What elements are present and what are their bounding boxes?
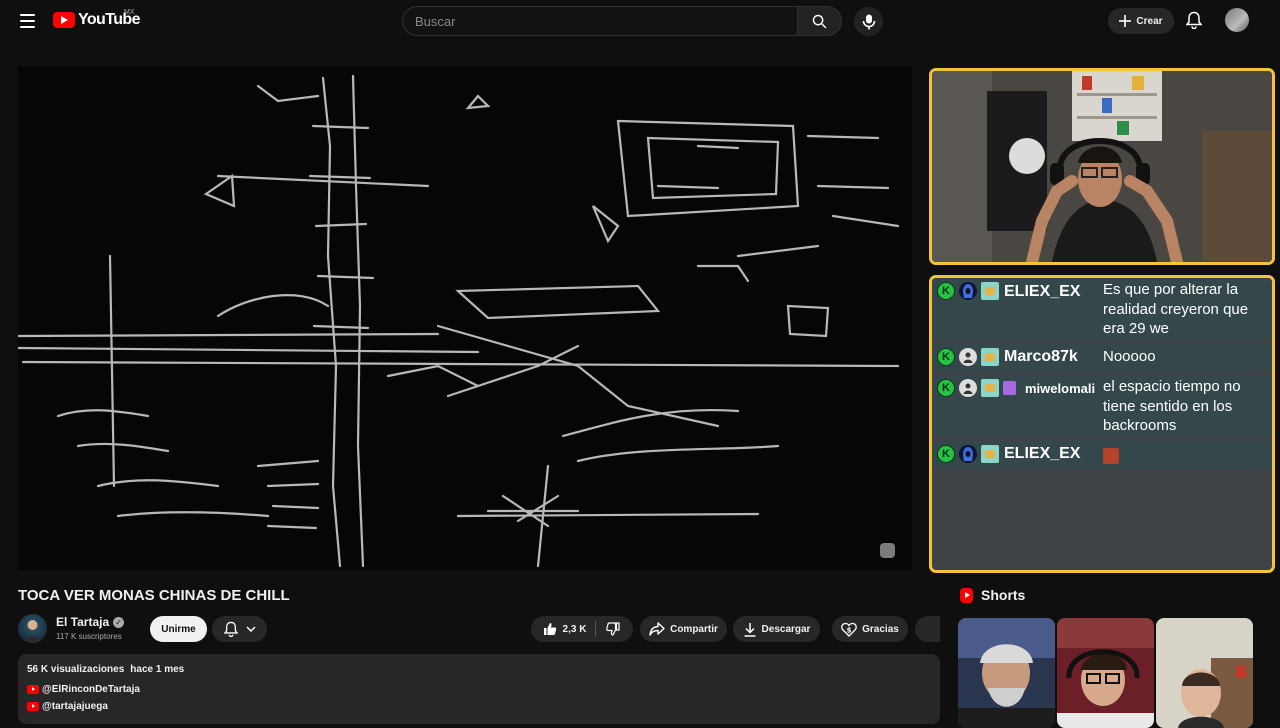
chat-username: ELIEX_EX xyxy=(1004,445,1081,462)
description-link[interactable]: @ElRinconDeTartaja xyxy=(27,684,140,695)
channel-avatar[interactable] xyxy=(18,614,47,643)
chat-username: ELIEX_EX xyxy=(1004,283,1081,300)
bell-icon xyxy=(223,621,238,637)
chat-text: el espacio tiempo no tiene sentido en lo… xyxy=(1103,378,1241,434)
create-button[interactable]: Crear xyxy=(1108,8,1174,34)
create-label: Crear xyxy=(1136,15,1163,27)
menu-icon[interactable] xyxy=(14,9,40,33)
view-count: 56 K visualizaciones xyxy=(27,664,125,675)
short-image xyxy=(958,618,1055,728)
hooded-figure-icon xyxy=(959,282,977,300)
like-dislike-group: 2,3 K xyxy=(531,616,633,642)
subscriber-count: 117 K suscriptores xyxy=(56,632,122,641)
account-avatar[interactable] xyxy=(1225,8,1249,32)
short-image xyxy=(1156,618,1253,728)
chat-username: miwelomali xyxy=(1025,381,1096,396)
heart-dollar-icon: $ xyxy=(841,622,857,637)
description-link[interactable]: @tartajajuega xyxy=(27,701,108,712)
chat-emote xyxy=(1103,446,1268,466)
user-silhouette-icon xyxy=(959,379,977,397)
top-bar: YouTube MX Crear xyxy=(0,0,1280,42)
hooded-figure-icon xyxy=(959,445,977,463)
user-silhouette-icon xyxy=(959,348,977,366)
short-thumbnail[interactable] xyxy=(958,618,1055,728)
short-image xyxy=(1057,618,1154,728)
download-icon xyxy=(744,622,756,637)
webcam-image xyxy=(932,71,1272,262)
country-code: MX xyxy=(124,9,135,16)
emote-icon xyxy=(1103,448,1119,465)
video-player[interactable] xyxy=(18,66,912,570)
share-icon xyxy=(649,622,665,636)
shorts-heading: Shorts xyxy=(960,587,1025,603)
pixel-avatar-icon xyxy=(981,282,999,300)
share-label: Compartir xyxy=(670,623,718,635)
chevron-down-icon xyxy=(245,626,256,632)
chat-overlay: K ELIEX_EX Es que por alterar la realida… xyxy=(929,275,1275,573)
channel-avatar-image xyxy=(23,620,42,643)
kick-badge-icon: K xyxy=(937,282,955,300)
chat-message: K ELIEX_EX Es que por alterar la realida… xyxy=(932,278,1272,340)
subscription-notifications-button[interactable] xyxy=(212,616,267,642)
chat-text: Es que por alterar la realidad creyeron … xyxy=(1103,281,1249,337)
share-button[interactable]: Compartir xyxy=(640,616,727,642)
bell-icon xyxy=(1186,11,1202,29)
join-button[interactable]: Unirme xyxy=(150,616,207,642)
kick-badge-icon: K xyxy=(937,379,955,397)
search-input[interactable] xyxy=(402,6,797,36)
chat-badges: K xyxy=(937,445,999,463)
plus-icon xyxy=(1119,15,1132,27)
channel-name-text: El Tartaja xyxy=(56,615,110,629)
link-text: @tartajajuega xyxy=(42,701,108,712)
description-box[interactable]: 56 K visualizaciones hace 1 mes @ElRinco… xyxy=(18,654,940,724)
shorts-title: Shorts xyxy=(981,587,1026,603)
dislike-button[interactable] xyxy=(596,616,630,642)
webcam-feed xyxy=(929,68,1275,265)
upload-date: hace 1 mes xyxy=(130,664,185,675)
thanks-button[interactable]: $ Gracias xyxy=(832,616,908,642)
chat-message: K miwelomali el espacio tiempo no tiene … xyxy=(932,375,1272,437)
chat-message: K ELIEX_EX xyxy=(932,441,1272,469)
search-button[interactable] xyxy=(797,6,842,36)
thumbs-down-icon xyxy=(606,622,621,636)
like-count: 2,3 K xyxy=(562,623,587,635)
microphone-icon xyxy=(862,14,875,29)
chat-badges: K xyxy=(937,348,999,366)
voice-search-button[interactable] xyxy=(854,7,883,36)
download-button[interactable]: Descargar xyxy=(733,616,820,642)
chat-badges: K xyxy=(937,282,999,300)
youtube-play-icon xyxy=(53,12,75,28)
search-icon xyxy=(812,14,827,28)
pixel-avatar-icon xyxy=(981,445,999,463)
more-actions-button[interactable] xyxy=(915,616,940,642)
thanks-label: Gracias xyxy=(862,623,899,635)
svg-text:$: $ xyxy=(847,626,852,634)
like-button[interactable]: 2,3 K xyxy=(534,616,596,642)
chat-badges: K xyxy=(937,379,1016,397)
channel-name[interactable]: El Tartaja ✓ xyxy=(56,615,125,629)
video-frame-sketch xyxy=(18,66,912,570)
download-label: Descargar xyxy=(761,623,811,635)
chat-message: K Marco87k Nooooo xyxy=(932,344,1272,371)
video-title: TOCA VER MONAS CHINAS DE CHILL xyxy=(18,587,290,604)
pixel-avatar-icon xyxy=(981,379,999,397)
channel-watermark[interactable] xyxy=(880,543,895,558)
short-thumbnail[interactable] xyxy=(1057,618,1154,728)
notifications-button[interactable] xyxy=(1183,9,1205,31)
shorts-icon xyxy=(960,587,973,603)
short-thumbnail[interactable] xyxy=(1156,618,1253,728)
pixel-avatar-icon xyxy=(981,348,999,366)
search-bar xyxy=(402,6,842,36)
purple-badge-icon xyxy=(1003,381,1016,395)
verified-check-icon: ✓ xyxy=(113,616,125,628)
chat-text: Nooooo xyxy=(1103,348,1156,365)
description-meta: 56 K visualizaciones hace 1 mes xyxy=(27,664,184,675)
kick-badge-icon: K xyxy=(937,445,955,463)
youtube-icon xyxy=(27,685,39,694)
youtube-icon xyxy=(27,702,39,711)
thumbs-up-icon xyxy=(543,623,556,635)
link-text: @ElRinconDeTartaja xyxy=(42,684,140,695)
kick-badge-icon: K xyxy=(937,348,955,366)
chat-username: Marco87k xyxy=(1004,348,1078,365)
